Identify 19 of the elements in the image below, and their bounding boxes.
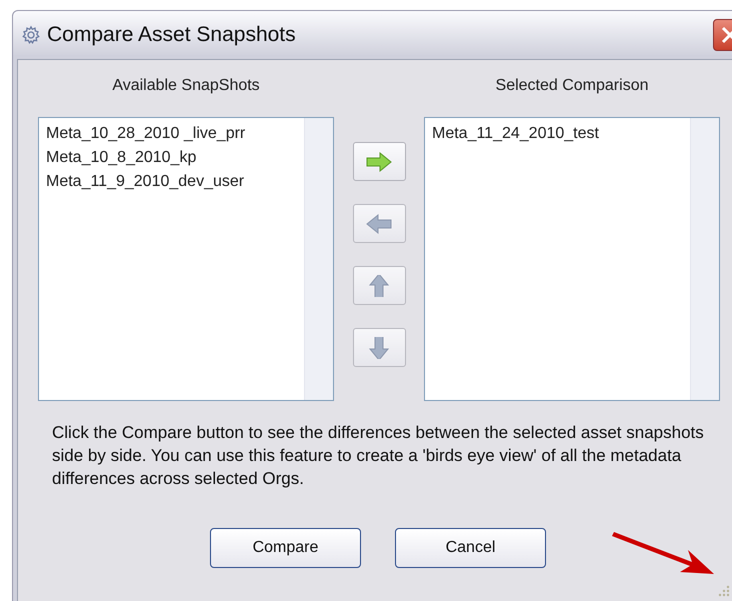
list-label: Selected Comparison [496,77,648,96]
list-item[interactable]: Meta_11_24_2010_test [432,122,690,146]
description-text: Click the Compare button to see the differences between the selected asset snapshots side by side. You can use this feature to create a 'birds eye view' of all the metadata differences across selected Orgs. [52,422,705,490]
right-arrow-icon [364,150,394,172]
list-item[interactable]: Meta_11_9_2010_dev_user [46,170,304,194]
snapshot-list[interactable]: Meta_11_24_2010_test [424,117,720,401]
dialog-button[interactable]: Cancel [395,528,546,568]
list-label: Available SnapShots [112,77,260,96]
window-title: Compare Asset Snapshots [47,23,296,47]
gear-icon [21,25,41,45]
scrollbar-track[interactable] [304,118,333,400]
list-item[interactable]: Meta_10_28_2010 _live_prr [46,122,304,146]
list-item[interactable]: Meta_10_8_2010_kp [46,146,304,170]
dialog-button[interactable]: Compare [210,528,361,568]
left-arrow-icon [364,212,394,234]
resize-grip-icon[interactable] [716,585,730,597]
scrollbar-track[interactable] [690,118,719,400]
snapshot-list[interactable]: Meta_10_28_2010 _live_prr Meta_10_8_2010_kp Meta_11_9_2010_dev_user [38,117,334,401]
move-button[interactable] [352,142,406,181]
